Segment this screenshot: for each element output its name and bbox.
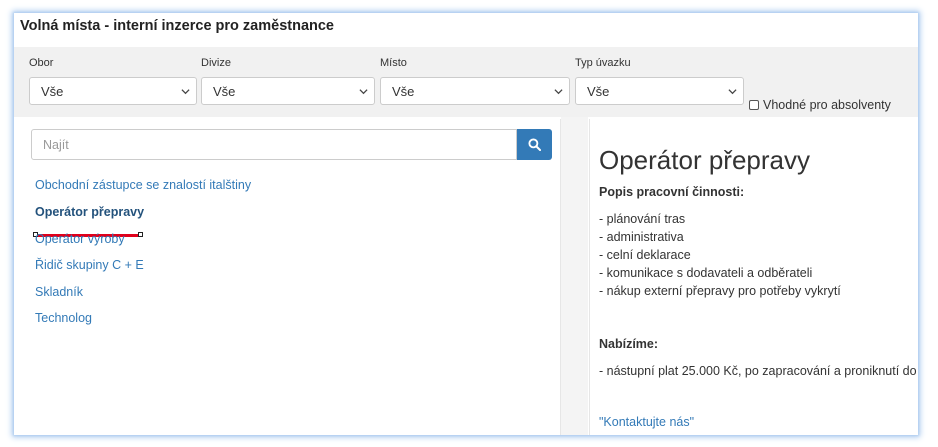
obor-select[interactable]: Vše <box>29 77 197 105</box>
divize-select[interactable]: Vše <box>201 77 375 105</box>
typ-uvazku-select-value: Vše <box>587 84 610 99</box>
description-item: - celní deklarace <box>599 248 691 262</box>
resize-handle-right[interactable] <box>138 232 143 237</box>
obor-label: Obor <box>29 57 54 69</box>
description-item: - administrativa <box>599 230 684 244</box>
job-list-item[interactable]: Technolog <box>35 311 92 325</box>
title-bar: Volná místa - interní inzerce pro zaměst… <box>14 13 918 47</box>
job-detail-title: Operátor přepravy <box>599 145 810 175</box>
chevron-down-icon <box>728 89 737 95</box>
job-list-item[interactable]: Operátor výroby <box>35 232 125 246</box>
description-item: - nákup externí přepravy pro potřeby vyk… <box>599 284 841 298</box>
description-heading: Popis pracovní činnosti: <box>599 185 745 199</box>
misto-select-value: Vše <box>392 84 415 99</box>
absolventi-label: Vhodné pro absolventy <box>763 98 891 112</box>
description-item: - plánování tras <box>599 212 686 226</box>
typ-uvazku-label: Typ úvazku <box>575 57 631 69</box>
job-list-item[interactable]: Obchodní zástupce se znalostí italštiny <box>35 178 251 192</box>
search-input[interactable]: Najít <box>31 129 517 160</box>
job-list-panel: Najít Obchodní zástupce se znalostí ital… <box>20 119 561 435</box>
panel-gutter <box>561 117 588 435</box>
description-item: - komunikace s dodavateli a odběrateli <box>599 266 813 280</box>
search-button[interactable] <box>517 129 552 160</box>
divize-select-value: Vše <box>213 84 236 99</box>
job-detail-panel: Operátor přepravy Popis pracovní činnost… <box>589 119 918 435</box>
page-title: Volná místa - interní inzerce pro zaměst… <box>20 18 334 34</box>
search-icon <box>528 138 541 151</box>
job-list-item[interactable]: Řidič skupiny C + E <box>35 258 144 272</box>
misto-select[interactable]: Vše <box>380 77 570 105</box>
offer-heading: Nabízíme: <box>599 337 659 351</box>
job-list-item[interactable]: Skladník <box>35 285 83 299</box>
absolventi-checkbox[interactable] <box>749 100 759 110</box>
search-placeholder: Najít <box>43 138 69 152</box>
chevron-down-icon <box>181 89 190 95</box>
app-window: Volná místa - interní inzerce pro zaměst… <box>14 13 918 435</box>
contact-link[interactable]: "Kontaktujte nás" <box>599 415 694 429</box>
divize-label: Divize <box>201 57 231 69</box>
job-list-item-active[interactable]: Operátor přepravy <box>35 205 144 219</box>
chevron-down-icon <box>554 89 563 95</box>
chevron-down-icon <box>359 89 368 95</box>
typ-uvazku-select[interactable]: Vše <box>575 77 744 105</box>
obor-select-value: Vše <box>41 84 64 99</box>
misto-label: Místo <box>380 57 407 69</box>
filter-bar: Obor Vše Divize Vše Místo Vše Typ úvazku… <box>14 47 918 117</box>
offer-item: - nástupní plat 25.000 Kč, po zapracován… <box>599 364 918 378</box>
